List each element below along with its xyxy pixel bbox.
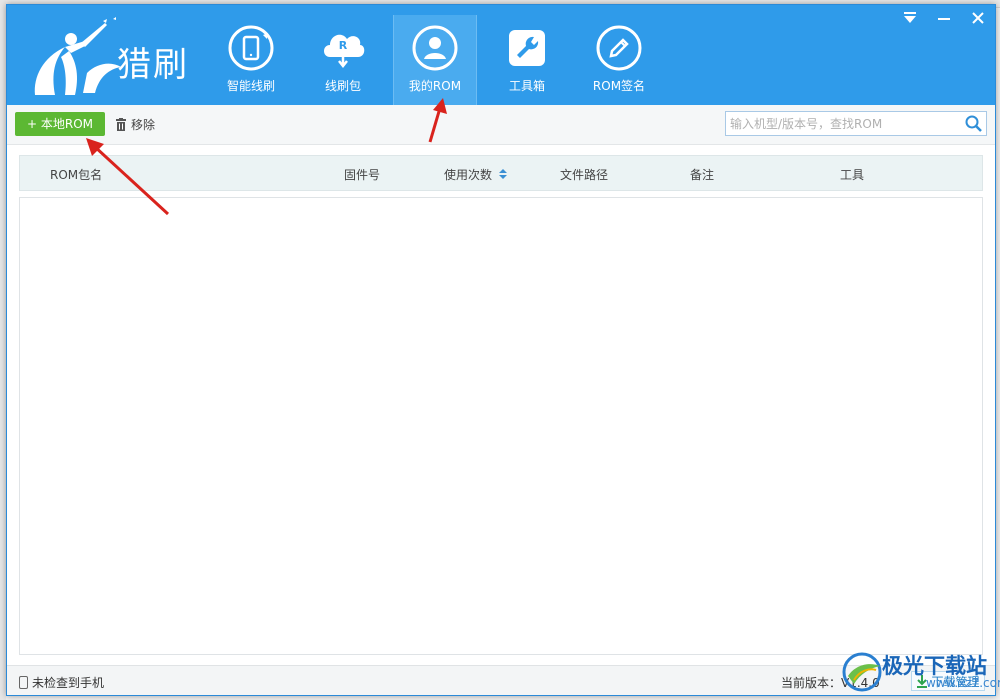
- nav-item-my-rom[interactable]: 我的ROM: [393, 15, 477, 105]
- version-text: 当前版本：V1.4.0: [781, 676, 880, 690]
- user-icon: [412, 25, 458, 71]
- nav-label: 工具箱: [508, 79, 545, 93]
- nav-item-flash-package[interactable]: R 线刷包: [301, 15, 385, 105]
- nav-label: 线刷包: [324, 79, 361, 93]
- device-status-text: 未检查到手机: [32, 676, 105, 690]
- table-header: ROM包名 固件号 使用次数 文件路径 备注 工具: [19, 155, 983, 191]
- search-icon[interactable]: [964, 114, 984, 134]
- column-header-firmware[interactable]: 固件号: [344, 166, 380, 183]
- column-header-rom-name[interactable]: ROM包名: [50, 166, 102, 183]
- close-icon[interactable]: [969, 9, 987, 27]
- main-nav: 智能线刷 R 线刷包 我的ROM 工具箱 ROM签名: [209, 15, 669, 105]
- wrench-icon: [509, 30, 545, 66]
- device-status: 未检查到手机: [19, 674, 104, 691]
- svg-text:R: R: [339, 39, 348, 52]
- nav-label: 我的ROM: [408, 79, 462, 93]
- phone-icon: [19, 676, 28, 689]
- app-logo-text: 猎刷: [117, 45, 189, 85]
- toolbar: + 本地ROM 移除: [7, 105, 995, 145]
- remove-label: 移除: [131, 117, 156, 132]
- nav-item-smart-flash[interactable]: 智能线刷: [209, 15, 293, 105]
- nav-item-rom-sign[interactable]: ROM签名: [577, 15, 661, 105]
- nav-item-toolbox[interactable]: 工具箱: [485, 15, 569, 105]
- status-bar: 未检查到手机 当前版本：V1.4.0 下载管理: [7, 665, 995, 695]
- minimize-icon[interactable]: [935, 9, 953, 27]
- cloud-download-icon: R: [324, 34, 365, 69]
- download-arrow-icon: [917, 675, 928, 688]
- phone-refresh-icon: [228, 25, 274, 71]
- column-header-file-path[interactable]: 文件路径: [560, 166, 608, 183]
- remove-button[interactable]: 移除: [115, 112, 155, 136]
- nav-label: ROM签名: [592, 79, 646, 93]
- window-controls: [901, 9, 987, 27]
- app-window: 猎刷 智能线刷 R 线刷包 我的ROM 工具箱 ROM签名 + 本地ROM 移除…: [6, 4, 996, 696]
- sort-icon: [498, 169, 507, 179]
- download-manager-button[interactable]: 下载管理: [911, 671, 985, 691]
- app-header: 猎刷 智能线刷 R 线刷包 我的ROM 工具箱 ROM签名: [7, 5, 995, 105]
- add-local-rom-button[interactable]: + 本地ROM: [15, 112, 105, 136]
- pen-icon: [596, 25, 642, 71]
- menu-dropdown-icon[interactable]: [901, 9, 919, 27]
- column-header-use-count[interactable]: 使用次数: [444, 166, 508, 183]
- nav-label: 智能线刷: [226, 79, 275, 93]
- trash-icon: [116, 117, 126, 131]
- table-body-empty: [19, 197, 983, 655]
- column-header-use-count-label: 使用次数: [444, 168, 493, 182]
- download-manager-label: 下载管理: [931, 674, 980, 689]
- column-header-remark[interactable]: 备注: [690, 166, 714, 183]
- column-header-tools[interactable]: 工具: [840, 166, 864, 183]
- rom-search-input[interactable]: [726, 112, 964, 135]
- search-box: [725, 111, 987, 136]
- rom-table: ROM包名 固件号 使用次数 文件路径 备注 工具: [19, 155, 985, 657]
